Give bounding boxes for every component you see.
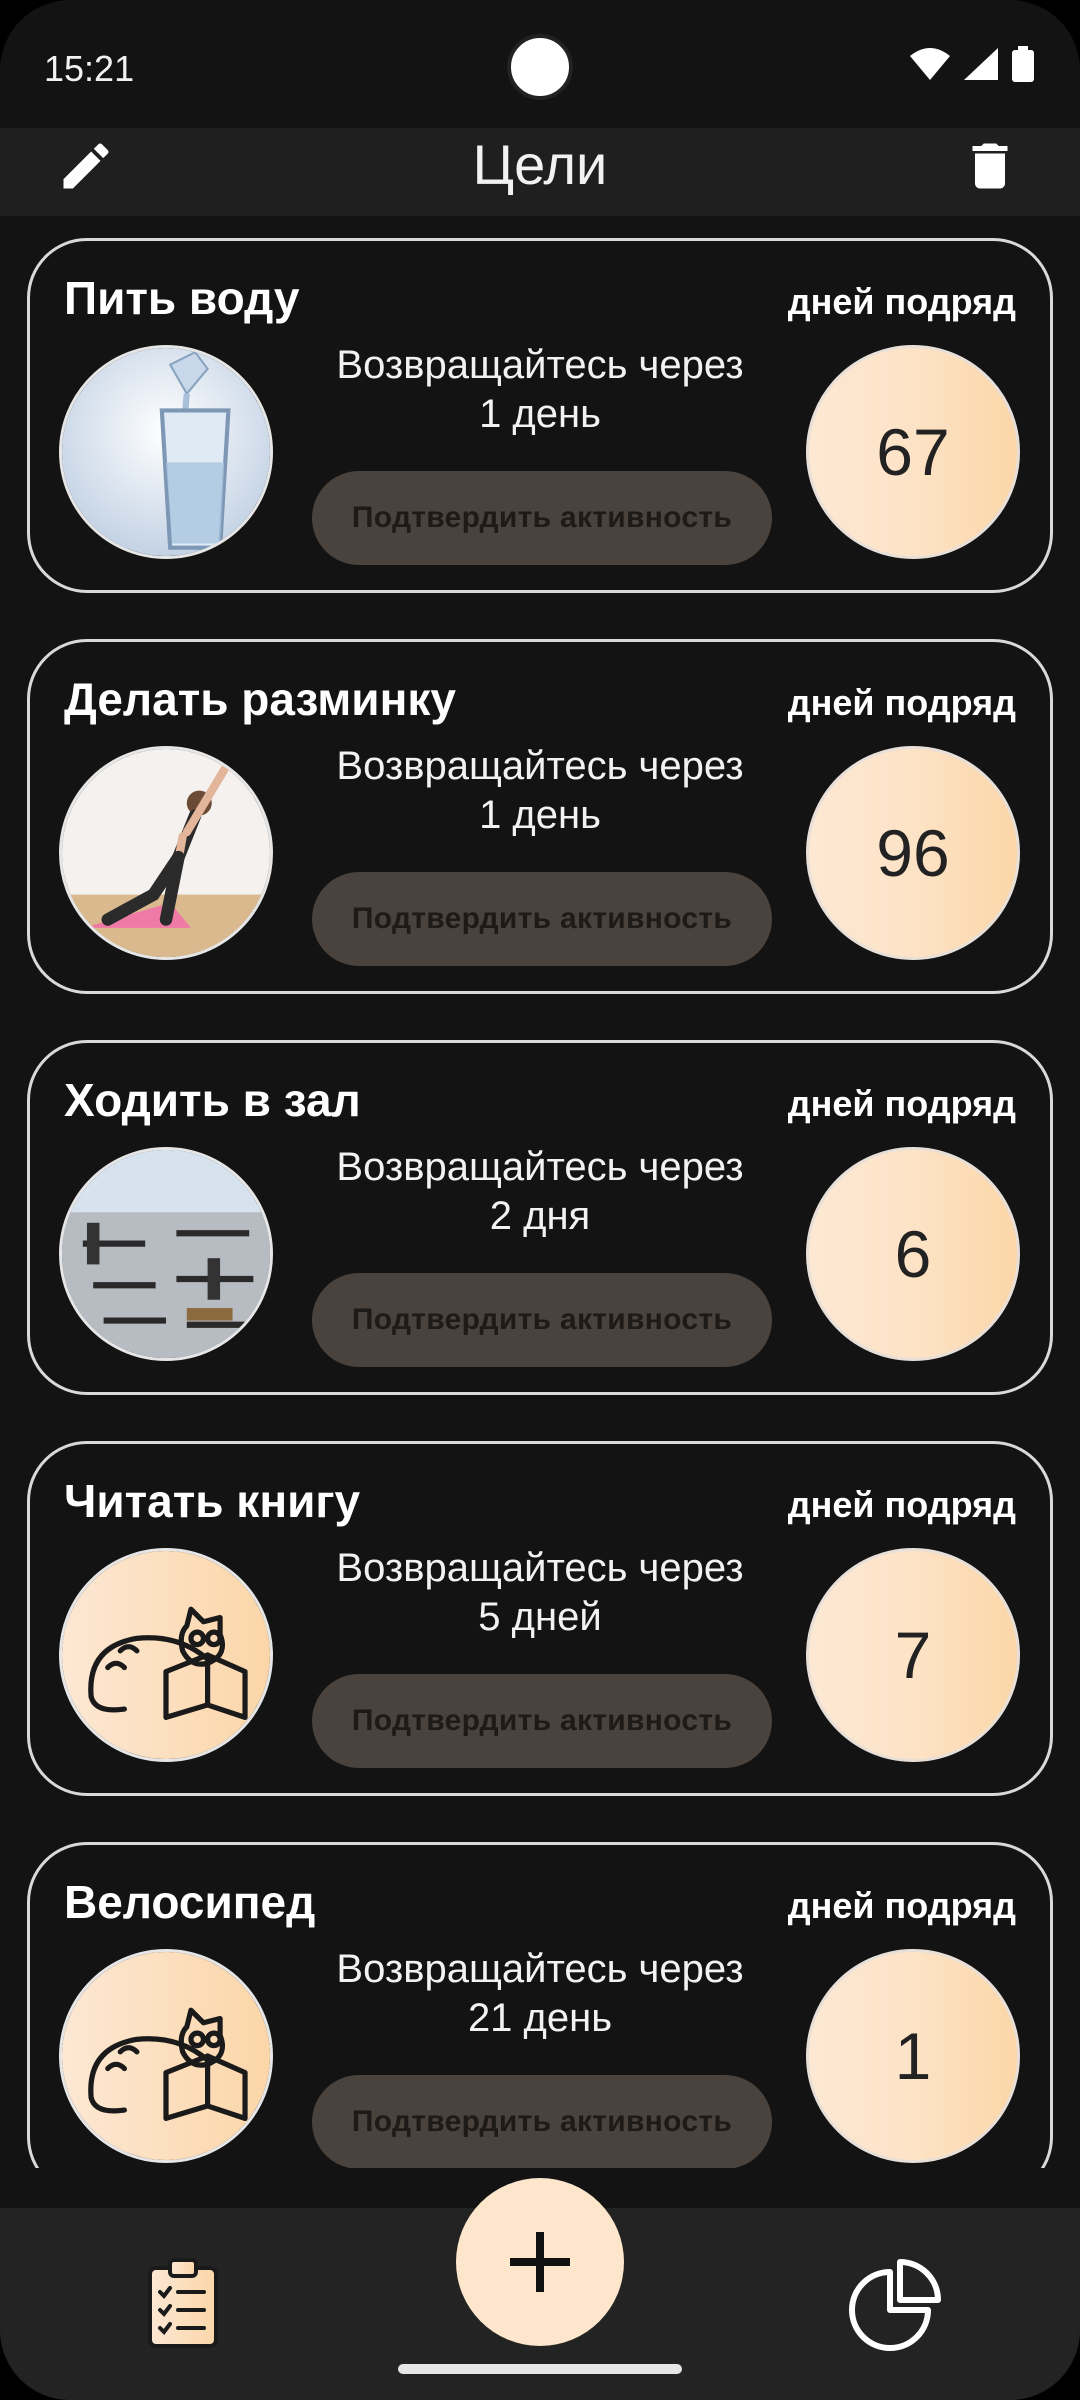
confirm-activity-button[interactable]: Подтвердить активность <box>312 1273 772 1367</box>
water-glass-image <box>59 345 273 559</box>
return-info: Возвращайтесь через 1 день <box>290 341 790 439</box>
goal-card[interactable]: Пить воду дней подряд Возвращайтесь чере… <box>27 238 1053 593</box>
gym-image <box>59 1147 273 1361</box>
app-screen: 15:21 Цели Пить воду дней подряд Возвращ… <box>0 0 1080 2400</box>
top-app-bar: Цели <box>0 128 1080 216</box>
streak-label: дней подряд <box>787 1083 1016 1124</box>
goal-card[interactable]: Делать разминку дней подряд Возвращайтес… <box>27 639 1053 994</box>
confirm-activity-button[interactable]: Подтвердить активность <box>312 471 772 565</box>
confirm-activity-button[interactable]: Подтвердить активность <box>312 1674 772 1768</box>
delete-button[interactable] <box>960 136 1020 196</box>
goal-title: Делать разминку <box>64 673 456 725</box>
streak-count: 7 <box>806 1548 1020 1762</box>
return-prefix: Возвращайтесь через <box>336 343 744 387</box>
return-value: 1 день <box>479 793 601 837</box>
plus-icon <box>510 2232 570 2292</box>
pie-chart-icon <box>849 2259 941 2351</box>
home-indicator[interactable] <box>398 2364 682 2374</box>
streak-label: дней подряд <box>787 682 1016 723</box>
status-icons <box>910 46 1034 82</box>
goal-title: Пить воду <box>64 272 300 324</box>
workout-image <box>59 746 273 960</box>
streak-label: дней подряд <box>787 1885 1016 1926</box>
return-prefix: Возвращайтесь через <box>336 1145 744 1189</box>
battery-icon <box>1012 46 1034 82</box>
return-value: 1 день <box>479 392 601 436</box>
streak-count: 96 <box>806 746 1020 960</box>
streak-count: 1 <box>806 1949 1020 2163</box>
front-camera <box>507 34 573 100</box>
status-time: 15:21 <box>44 48 135 89</box>
page-title: Цели <box>472 133 608 196</box>
streak-count: 6 <box>806 1147 1020 1361</box>
goal-card[interactable]: Велосипед дней подряд Возвращайтесь чере… <box>27 1842 1053 2168</box>
return-info: Возвращайтесь через 5 дней <box>290 1544 790 1642</box>
cat-reading-image <box>59 1548 273 1762</box>
return-value: 2 дня <box>489 1194 591 1238</box>
goals-list[interactable]: Пить воду дней подряд Возвращайтесь чере… <box>0 216 1080 2168</box>
return-prefix: Возвращайтесь через <box>336 744 744 788</box>
wifi-icon <box>910 48 950 80</box>
return-prefix: Возвращайтесь через <box>336 1947 744 1991</box>
streak-label: дней подряд <box>787 1484 1016 1525</box>
streak-count: 67 <box>806 345 1020 559</box>
return-value: 21 день <box>467 1996 613 2040</box>
clipboard-checklist-icon <box>148 2258 218 2348</box>
signal-icon <box>964 48 998 80</box>
cat-reading-image <box>59 1949 273 2163</box>
status-bar: 15:21 <box>0 0 1080 130</box>
goal-title: Велосипед <box>64 1876 316 1928</box>
return-value: 5 дней <box>478 1595 602 1639</box>
nav-goals-button[interactable] <box>146 2258 220 2350</box>
return-prefix: Возвращайтесь через <box>336 1546 744 1590</box>
nav-statistics-button[interactable] <box>848 2258 942 2352</box>
confirm-activity-button[interactable]: Подтвердить активность <box>312 872 772 966</box>
goal-card[interactable]: Ходить в зал дней подряд Возвращайтесь ч… <box>27 1040 1053 1395</box>
trash-icon <box>972 143 1008 189</box>
return-info: Возвращайтесь через 1 день <box>290 742 790 840</box>
goal-card[interactable]: Читать книгу дней подряд Возвращайтесь ч… <box>27 1441 1053 1796</box>
goal-title: Читать книгу <box>64 1475 361 1527</box>
goal-title: Ходить в зал <box>64 1074 361 1126</box>
return-info: Возвращайтесь через 21 день <box>290 1945 790 2043</box>
confirm-activity-button[interactable]: Подтвердить активность <box>312 2075 772 2168</box>
streak-label: дней подряд <box>787 281 1016 322</box>
return-info: Возвращайтесь через 2 дня <box>290 1143 790 1241</box>
add-goal-button[interactable] <box>456 2178 624 2346</box>
